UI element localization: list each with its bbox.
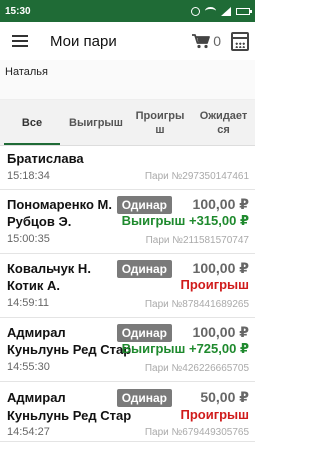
- battery-icon: [236, 7, 252, 15]
- bet-item[interactable]: Ковальчук Н. Котик А. 14:59:11 Одинар 10…: [0, 254, 255, 318]
- bet-type-badge: Одинар: [116, 324, 172, 342]
- bet-type-badge: Одинар: [116, 389, 172, 407]
- calendar-icon[interactable]: [231, 31, 249, 51]
- bet-event-line2: Котик А.: [7, 278, 61, 293]
- bet-time: 15:00:35: [7, 233, 50, 245]
- bet-event-line2: Куньлунь Ред Стар: [7, 342, 132, 357]
- menu-icon[interactable]: [12, 35, 28, 47]
- bet-number: Пари №297350147461: [144, 171, 249, 182]
- bet-item[interactable]: Адмирал Куньлунь Ред Стар 14:54:27 Одина…: [0, 382, 255, 442]
- bet-amount: 100,00 ₽: [192, 260, 249, 276]
- user-info: Наталья: [0, 60, 255, 100]
- status-icons: [191, 6, 252, 16]
- bet-time: 14:59:11: [7, 297, 50, 309]
- bet-number: Пари №211581570747: [145, 235, 249, 246]
- bet-event-line1: Ковальчук Н.: [7, 261, 91, 276]
- bet-event-line1: Адмирал: [7, 390, 66, 405]
- cart-icon: [192, 34, 211, 49]
- status-bar: 15:30: [0, 0, 255, 22]
- bet-item[interactable]: Пономаренко М. Рубцов Э. 15:00:35 Одинар…: [0, 190, 255, 254]
- bet-amount: 50,00 ₽: [200, 389, 249, 405]
- bet-event-line1: Пономаренко М.: [7, 197, 112, 212]
- bet-time: 14:54:27: [7, 426, 50, 438]
- bet-result: Выигрыш +315,00 ₽: [121, 213, 249, 228]
- cart-count: 0: [213, 33, 221, 49]
- bet-item[interactable]: Братислава 15:18:34 Пари №297350147461: [0, 146, 255, 190]
- bet-item[interactable]: Адмирал Куньлунь Ред Стар 14:55:30 Одина…: [0, 318, 255, 382]
- bet-list: Братислава 15:18:34 Пари №297350147461 П…: [0, 146, 255, 454]
- page-title: Мои пари: [50, 32, 117, 50]
- tab-lost[interactable]: Проигры ш: [128, 100, 192, 145]
- wifi-icon: [205, 7, 216, 15]
- signal-icon: [221, 6, 231, 16]
- bet-number: Пари №878441689265: [144, 299, 249, 310]
- user-name: Наталья: [5, 66, 48, 78]
- tab-all[interactable]: Все: [0, 100, 64, 145]
- bet-amount: 100,00 ₽: [192, 324, 249, 340]
- status-time: 15:30: [5, 5, 31, 17]
- bet-amount: 100,00 ₽: [192, 196, 249, 212]
- bet-event-line2: Куньлунь Ред Стар: [7, 408, 132, 423]
- bet-result: Проигрыш: [180, 277, 249, 292]
- bet-number: Пари №426226665705: [144, 363, 249, 374]
- bet-event-line2: Рубцов Э.: [7, 214, 72, 229]
- bet-type-badge: Одинар: [116, 260, 172, 278]
- tab-bar: Все Выигрыш Проигры ш Ожидает ся: [0, 100, 255, 146]
- bet-time: 15:18:34: [7, 170, 50, 182]
- tab-pending[interactable]: Ожидает ся: [192, 100, 255, 145]
- alarm-icon: [191, 6, 200, 16]
- bet-result: Проигрыш: [180, 407, 249, 422]
- bet-time: 14:55:30: [7, 361, 50, 373]
- bet-result: Выигрыш +725,00 ₽: [121, 341, 249, 356]
- bet-type-badge: Одинар: [116, 196, 172, 214]
- bet-event-line1: Адмирал: [7, 325, 66, 340]
- app-bar: Мои пари 0: [0, 22, 255, 60]
- bet-event: Братислава: [7, 151, 84, 166]
- bet-number: Пари №679449305765: [144, 427, 249, 438]
- tab-won[interactable]: Выигрыш: [64, 100, 128, 145]
- cart-button[interactable]: 0: [191, 33, 221, 49]
